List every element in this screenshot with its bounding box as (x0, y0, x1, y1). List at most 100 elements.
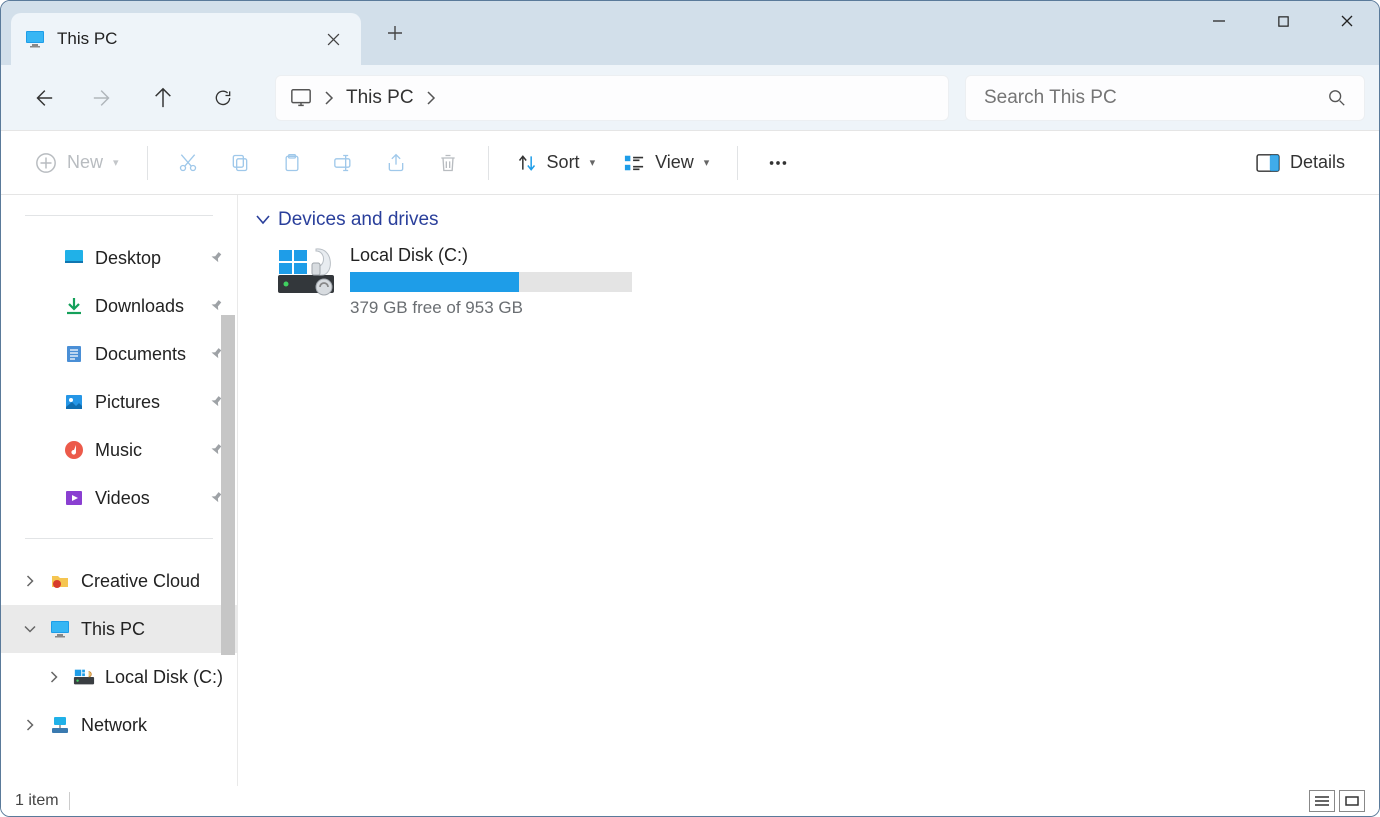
search-box[interactable] (965, 75, 1365, 121)
item-count: 1 item (15, 792, 59, 810)
sidebar-item-documents[interactable]: Documents (1, 330, 237, 378)
chevron-down-icon[interactable] (21, 625, 39, 634)
minimize-button[interactable] (1187, 1, 1251, 41)
separator (25, 538, 213, 539)
new-icon (35, 152, 57, 174)
drive-name: Local Disk (C:) (350, 245, 632, 266)
new-button[interactable]: New ▾ (23, 143, 131, 183)
monitor-icon (25, 29, 45, 49)
sidebar-item-label: Creative Cloud F (81, 571, 201, 592)
sidebar-item-label: This PC (81, 619, 145, 640)
sort-icon (517, 153, 537, 173)
sidebar: Desktop Downloads Documents (1, 195, 238, 786)
sidebar-item-videos[interactable]: Videos (1, 474, 237, 522)
chevron-right-icon[interactable] (45, 671, 63, 683)
disk-icon (276, 245, 336, 295)
status-bar: 1 item (1, 786, 1379, 816)
paste-button[interactable] (268, 143, 316, 183)
maximize-button[interactable] (1251, 1, 1315, 41)
share-button[interactable] (372, 143, 420, 183)
disk-icon (73, 666, 95, 688)
sidebar-item-creative-cloud[interactable]: Creative Cloud F (1, 557, 237, 605)
sidebar-item-music[interactable]: Music (1, 426, 237, 474)
separator (25, 215, 213, 216)
sidebar-item-label: Music (95, 440, 142, 461)
address-bar[interactable]: This PC (275, 75, 949, 121)
details-view-button[interactable] (1309, 790, 1335, 812)
monitor-icon (290, 87, 312, 109)
chevron-down-icon (256, 215, 270, 225)
search-input[interactable] (984, 87, 1328, 109)
up-button[interactable] (135, 76, 191, 120)
sidebar-item-downloads[interactable]: Downloads (1, 282, 237, 330)
chevron-right-icon[interactable] (21, 719, 39, 731)
downloads-icon (63, 295, 85, 317)
sidebar-item-label: Pictures (95, 392, 160, 413)
content-area: Devices and drives (238, 195, 1379, 786)
drive-item-local-disk[interactable]: Local Disk (C:) 379 GB free of 953 GB (256, 245, 1361, 318)
monitor-icon (49, 618, 71, 640)
tab-this-pc[interactable]: This PC (11, 13, 361, 65)
rename-button[interactable] (320, 143, 368, 183)
sidebar-item-label: Videos (95, 488, 150, 509)
navbar: This PC (1, 65, 1379, 131)
group-header-devices[interactable]: Devices and drives (256, 209, 1361, 231)
sidebar-item-desktop[interactable]: Desktop (1, 234, 237, 282)
drive-free-text: 379 GB free of 953 GB (350, 298, 632, 318)
view-icon (623, 153, 645, 173)
desktop-icon (63, 247, 85, 269)
new-tab-button[interactable] (371, 9, 419, 57)
drive-usage-bar (350, 272, 632, 292)
separator (737, 146, 738, 180)
forward-button[interactable] (75, 76, 131, 120)
tab-title: This PC (57, 29, 307, 49)
details-icon (1256, 153, 1280, 173)
documents-icon (63, 343, 85, 365)
separator (147, 146, 148, 180)
chevron-right-icon[interactable] (324, 91, 334, 105)
scrollbar[interactable] (221, 315, 235, 655)
pin-icon (209, 251, 223, 265)
window-controls (1187, 1, 1379, 41)
pin-icon (209, 299, 223, 313)
chevron-right-icon[interactable] (21, 575, 39, 587)
toolbar: New ▾ Sort ▾ View ▾ Details (1, 131, 1379, 195)
sidebar-item-label: Downloads (95, 296, 184, 317)
chevron-down-icon: ▾ (590, 156, 596, 169)
folder-icon (49, 570, 71, 592)
back-button[interactable] (15, 76, 71, 120)
copy-button[interactable] (216, 143, 264, 183)
sidebar-item-this-pc[interactable]: This PC (1, 605, 237, 653)
search-icon (1328, 89, 1346, 107)
close-button[interactable] (1315, 1, 1379, 41)
more-button[interactable] (754, 143, 802, 183)
sidebar-item-pictures[interactable]: Pictures (1, 378, 237, 426)
chevron-right-icon[interactable] (426, 91, 436, 105)
sort-label: Sort (547, 152, 580, 173)
network-icon (49, 714, 71, 736)
new-label: New (67, 152, 103, 173)
details-label: Details (1290, 152, 1345, 173)
chevron-down-icon: ▾ (704, 156, 710, 169)
sort-button[interactable]: Sort ▾ (505, 143, 608, 183)
sidebar-item-label: Network (81, 715, 147, 736)
chevron-down-icon: ▾ (113, 156, 119, 169)
sidebar-item-network[interactable]: Network (1, 701, 237, 749)
group-header-label: Devices and drives (278, 209, 439, 231)
delete-button[interactable] (424, 143, 472, 183)
tab-close-button[interactable] (319, 25, 347, 53)
cut-button[interactable] (164, 143, 212, 183)
sidebar-item-label: Documents (95, 344, 186, 365)
videos-icon (63, 487, 85, 509)
separator (488, 146, 489, 180)
refresh-button[interactable] (195, 76, 251, 120)
sidebar-item-label: Local Disk (C:) (105, 667, 223, 688)
sidebar-item-local-disk[interactable]: Local Disk (C:) (1, 653, 237, 701)
view-button[interactable]: View ▾ (611, 143, 721, 183)
music-icon (63, 439, 85, 461)
view-label: View (655, 152, 694, 173)
tiles-view-button[interactable] (1339, 790, 1365, 812)
details-pane-button[interactable]: Details (1244, 143, 1357, 183)
breadcrumb-this-pc[interactable]: This PC (346, 87, 414, 109)
pictures-icon (63, 391, 85, 413)
